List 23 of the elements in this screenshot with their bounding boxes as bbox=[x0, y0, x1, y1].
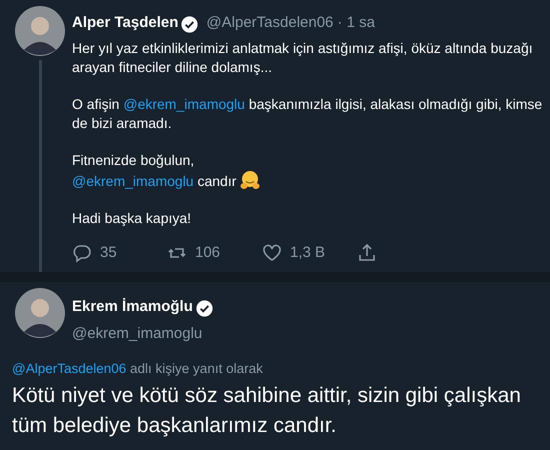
tweet-text: O afişin @ekrem_imamoglu başkanımızla ilgisi, alakası olmadığı gibi, kimse de bizi aramadı. bbox=[72, 94, 542, 132]
author-name[interactable]: Ekrem İmamoğlu bbox=[72, 296, 193, 318]
mention-link[interactable]: @AlperTasdelen06 bbox=[12, 361, 126, 376]
share-icon bbox=[357, 242, 377, 263]
mention-link[interactable]: @ekrem_imamoglu bbox=[123, 96, 245, 112]
author-handle[interactable]: @ekrem_imamoglu bbox=[72, 322, 217, 345]
avatar[interactable] bbox=[15, 6, 65, 56]
tweet-text: Kötü niyet ve kötü söz sahibine aittir, sizin gibi çalışkan tüm belediye başkanlarımız candır. bbox=[12, 383, 522, 440]
avatar[interactable] bbox=[15, 288, 65, 338]
tweet-text: Fitnenizde boğulun, @ekrem_imamoglu candır bbox=[72, 150, 542, 190]
mention-link[interactable]: @ekrem_imamoglu bbox=[72, 172, 194, 188]
reply-icon bbox=[72, 242, 92, 263]
author-name[interactable]: Alper Taşdelen bbox=[72, 12, 178, 34]
retweet-button[interactable]: 106 bbox=[167, 242, 262, 264]
reply-context: @AlperTasdelen06 adlı kişiye yanıt olarak bbox=[12, 360, 264, 378]
author-handle[interactable]: @AlperTasdelen06 bbox=[206, 12, 334, 34]
timestamp[interactable]: · 1 sa bbox=[337, 12, 375, 34]
hugging-emoji-icon bbox=[240, 170, 260, 190]
like-icon bbox=[262, 242, 282, 263]
tweet-text: Her yıl yaz etkinliklerimizi anlatmak için astığımız afişi, öküz altında buzağı arayan fitneciler diline dolamış... bbox=[72, 38, 534, 76]
tweet-text: Hadi başka kapıya! bbox=[72, 208, 192, 228]
like-button[interactable]: 1,3 B bbox=[262, 242, 357, 264]
reply-button[interactable]: 35 bbox=[72, 242, 167, 264]
